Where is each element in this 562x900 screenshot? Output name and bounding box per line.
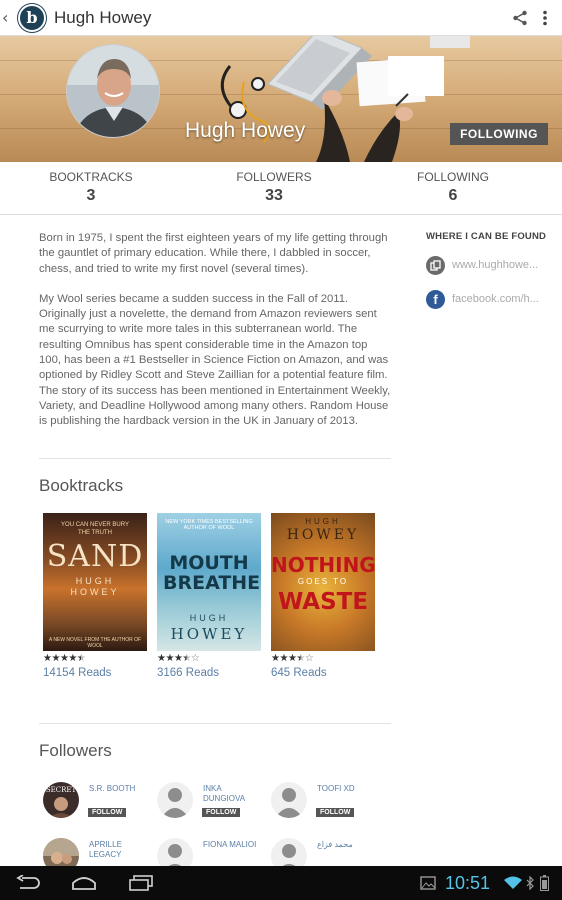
stat-value: 6 bbox=[448, 187, 458, 204]
system-nav-bar: 10:51 bbox=[0, 866, 562, 900]
cover-title: MOUTH BREATHERS bbox=[163, 552, 261, 594]
star-icon: ★ bbox=[182, 653, 191, 664]
follower-item[interactable]: SECRET S.R. BOOTH FOLLOW bbox=[39, 782, 149, 826]
bluetooth-icon bbox=[526, 876, 534, 890]
page-title: Hugh Howey bbox=[54, 7, 152, 27]
stat-label: FOLLOWING bbox=[416, 170, 489, 184]
stat-booktracks[interactable]: BOOKTRACKS 3 bbox=[21, 170, 161, 205]
back-nav-icon[interactable] bbox=[16, 875, 42, 891]
share-icon[interactable] bbox=[512, 10, 528, 26]
cover-footer: A NEW NOVEL FROM THE AUTHOR OF WOOL bbox=[48, 637, 142, 649]
facebook-link-text: facebook.com/h... bbox=[452, 293, 539, 305]
cover-author: HUGH bbox=[305, 517, 341, 526]
external-links: WHERE I CAN BE FOUND www.hughhowe... f f… bbox=[426, 231, 562, 309]
author-photo bbox=[67, 45, 159, 137]
profile-name: Hugh Howey bbox=[185, 119, 306, 142]
stat-label: FOLLOWERS bbox=[236, 170, 312, 184]
stat-following[interactable]: FOLLOWING 6 bbox=[383, 170, 523, 205]
book-cover-sand[interactable]: YOU CAN NEVER BURY THE TRUTH SAND HUGH H… bbox=[43, 513, 147, 651]
follow-button[interactable]: FOLLOW bbox=[316, 808, 355, 817]
follower-name[interactable]: محمد فزاع bbox=[317, 840, 377, 850]
follower-name[interactable]: S.R. BOOTH bbox=[89, 784, 149, 794]
cover-subtitle: GOES TO bbox=[297, 577, 349, 586]
stat-value: 3 bbox=[86, 187, 96, 204]
more-vert-icon[interactable] bbox=[542, 10, 548, 26]
follower-item[interactable]: TOOFI XD FOLLOW bbox=[267, 782, 377, 826]
cover-author: HUGH bbox=[189, 613, 229, 623]
read-count: 645 Reads bbox=[271, 667, 327, 679]
bio-paragraph: My Wool series became a sudden success i… bbox=[39, 292, 391, 428]
cover-tagline: YOU CAN NEVER BURY THE TRUTH bbox=[61, 522, 129, 536]
wifi-icon bbox=[504, 876, 522, 889]
back-icon[interactable]: ‹ bbox=[2, 8, 16, 27]
book-card[interactable]: HUGH HOWEY NOTHING GOES TO WASTE ★★★★☆ 6… bbox=[271, 513, 375, 679]
book-cover-nothing-goes-to-waste[interactable]: HUGH HOWEY NOTHING GOES TO WASTE bbox=[271, 513, 375, 651]
book-cover-mouth-breathers[interactable]: NEW YORK TIMES BESTSELLING AUTHOR OF WOO… bbox=[157, 513, 261, 651]
cover-title: NOTHING bbox=[271, 553, 375, 577]
cover-title: SAND bbox=[46, 539, 144, 574]
follow-button[interactable]: FOLLOW bbox=[202, 808, 241, 817]
follow-button[interactable]: FOLLOW bbox=[88, 808, 127, 817]
star-icon: ★ bbox=[296, 653, 305, 664]
battery-icon bbox=[540, 875, 549, 891]
bio-paragraph: Born in 1975, I spent the first eighteen… bbox=[39, 232, 388, 275]
facebook-link[interactable]: f facebook.com/h... bbox=[426, 289, 562, 309]
facebook-icon: f bbox=[426, 289, 445, 309]
rating-stars: ★★★★☆ bbox=[157, 654, 261, 664]
app-logo[interactable]: b bbox=[18, 3, 46, 32]
rating-stars: ★★★★★ bbox=[43, 654, 147, 664]
follower-name[interactable]: APRILLE LEGACY bbox=[89, 840, 149, 860]
read-count: 14154 Reads bbox=[43, 667, 112, 679]
cover-author: HOWEY bbox=[170, 625, 248, 643]
gallery-icon bbox=[420, 876, 436, 890]
star-icon: ★ bbox=[76, 653, 86, 664]
cover-tagline: NEW YORK TIMES BESTSELLING AUTHOR OF WOO… bbox=[165, 519, 253, 531]
links-heading: WHERE I CAN BE FOUND bbox=[426, 231, 547, 242]
action-bar: ‹ b Hugh Howey bbox=[0, 0, 562, 36]
star-icon: ★ bbox=[279, 653, 288, 664]
cover-author: HOWEY bbox=[70, 587, 120, 597]
website-link[interactable]: www.hughhowe... bbox=[426, 255, 562, 275]
cover-author: HOWEY bbox=[286, 527, 360, 543]
follower-avatar[interactable]: SECRET bbox=[43, 782, 79, 818]
recents-nav-icon[interactable] bbox=[128, 875, 154, 891]
author-avatar bbox=[66, 44, 160, 138]
divider bbox=[39, 723, 391, 724]
star-icon: ★ bbox=[165, 653, 174, 664]
stat-followers[interactable]: FOLLOWERS 33 bbox=[204, 170, 344, 205]
home-nav-icon[interactable] bbox=[71, 875, 97, 891]
followers-heading: Followers bbox=[39, 741, 112, 760]
stat-label: BOOKTRACKS bbox=[49, 170, 133, 184]
follower-item[interactable]: INKA DUNGIOVA FOLLOW bbox=[153, 782, 263, 826]
cover-title: WASTE bbox=[277, 589, 369, 615]
default-avatar-icon[interactable] bbox=[157, 782, 193, 818]
star-icon: ★ bbox=[51, 653, 60, 664]
clock: 10:51 bbox=[445, 873, 491, 893]
logo-letter: b bbox=[26, 8, 38, 27]
default-avatar-icon[interactable] bbox=[271, 782, 307, 818]
divider bbox=[39, 458, 391, 459]
rating-stars: ★★★★☆ bbox=[271, 654, 375, 664]
website-link-text: www.hughhowe... bbox=[452, 259, 539, 271]
author-bio: Born in 1975, I spent the first eighteen… bbox=[39, 231, 391, 430]
web-icon bbox=[426, 255, 445, 275]
stat-value: 33 bbox=[265, 187, 283, 204]
cover-author: HUGH bbox=[75, 576, 115, 586]
action-buttons bbox=[512, 10, 548, 26]
star-icon: ☆ bbox=[190, 653, 200, 664]
star-icon: ☆ bbox=[304, 653, 314, 664]
follower-name[interactable]: FIONA MALIOI bbox=[203, 840, 263, 850]
stats-row: BOOKTRACKS 3 FOLLOWERS 33 FOLLOWING 6 bbox=[0, 162, 562, 215]
follower-name[interactable]: INKA DUNGIOVA bbox=[203, 784, 263, 804]
avatar-text: SECRET bbox=[45, 786, 77, 794]
booktracks-heading: Booktracks bbox=[39, 476, 124, 495]
read-count: 3166 Reads bbox=[157, 667, 220, 679]
app-screen: ‹ b Hugh Howey Hugh Howey FOLLOWING BOOK… bbox=[0, 0, 562, 900]
star-icon: ★ bbox=[68, 653, 77, 664]
book-card[interactable]: NEW YORK TIMES BESTSELLING AUTHOR OF WOO… bbox=[157, 513, 261, 679]
follower-name[interactable]: TOOFI XD bbox=[317, 784, 377, 794]
book-card[interactable]: YOU CAN NEVER BURY THE TRUTH SAND HUGH H… bbox=[43, 513, 147, 679]
following-button[interactable]: FOLLOWING bbox=[450, 123, 548, 145]
